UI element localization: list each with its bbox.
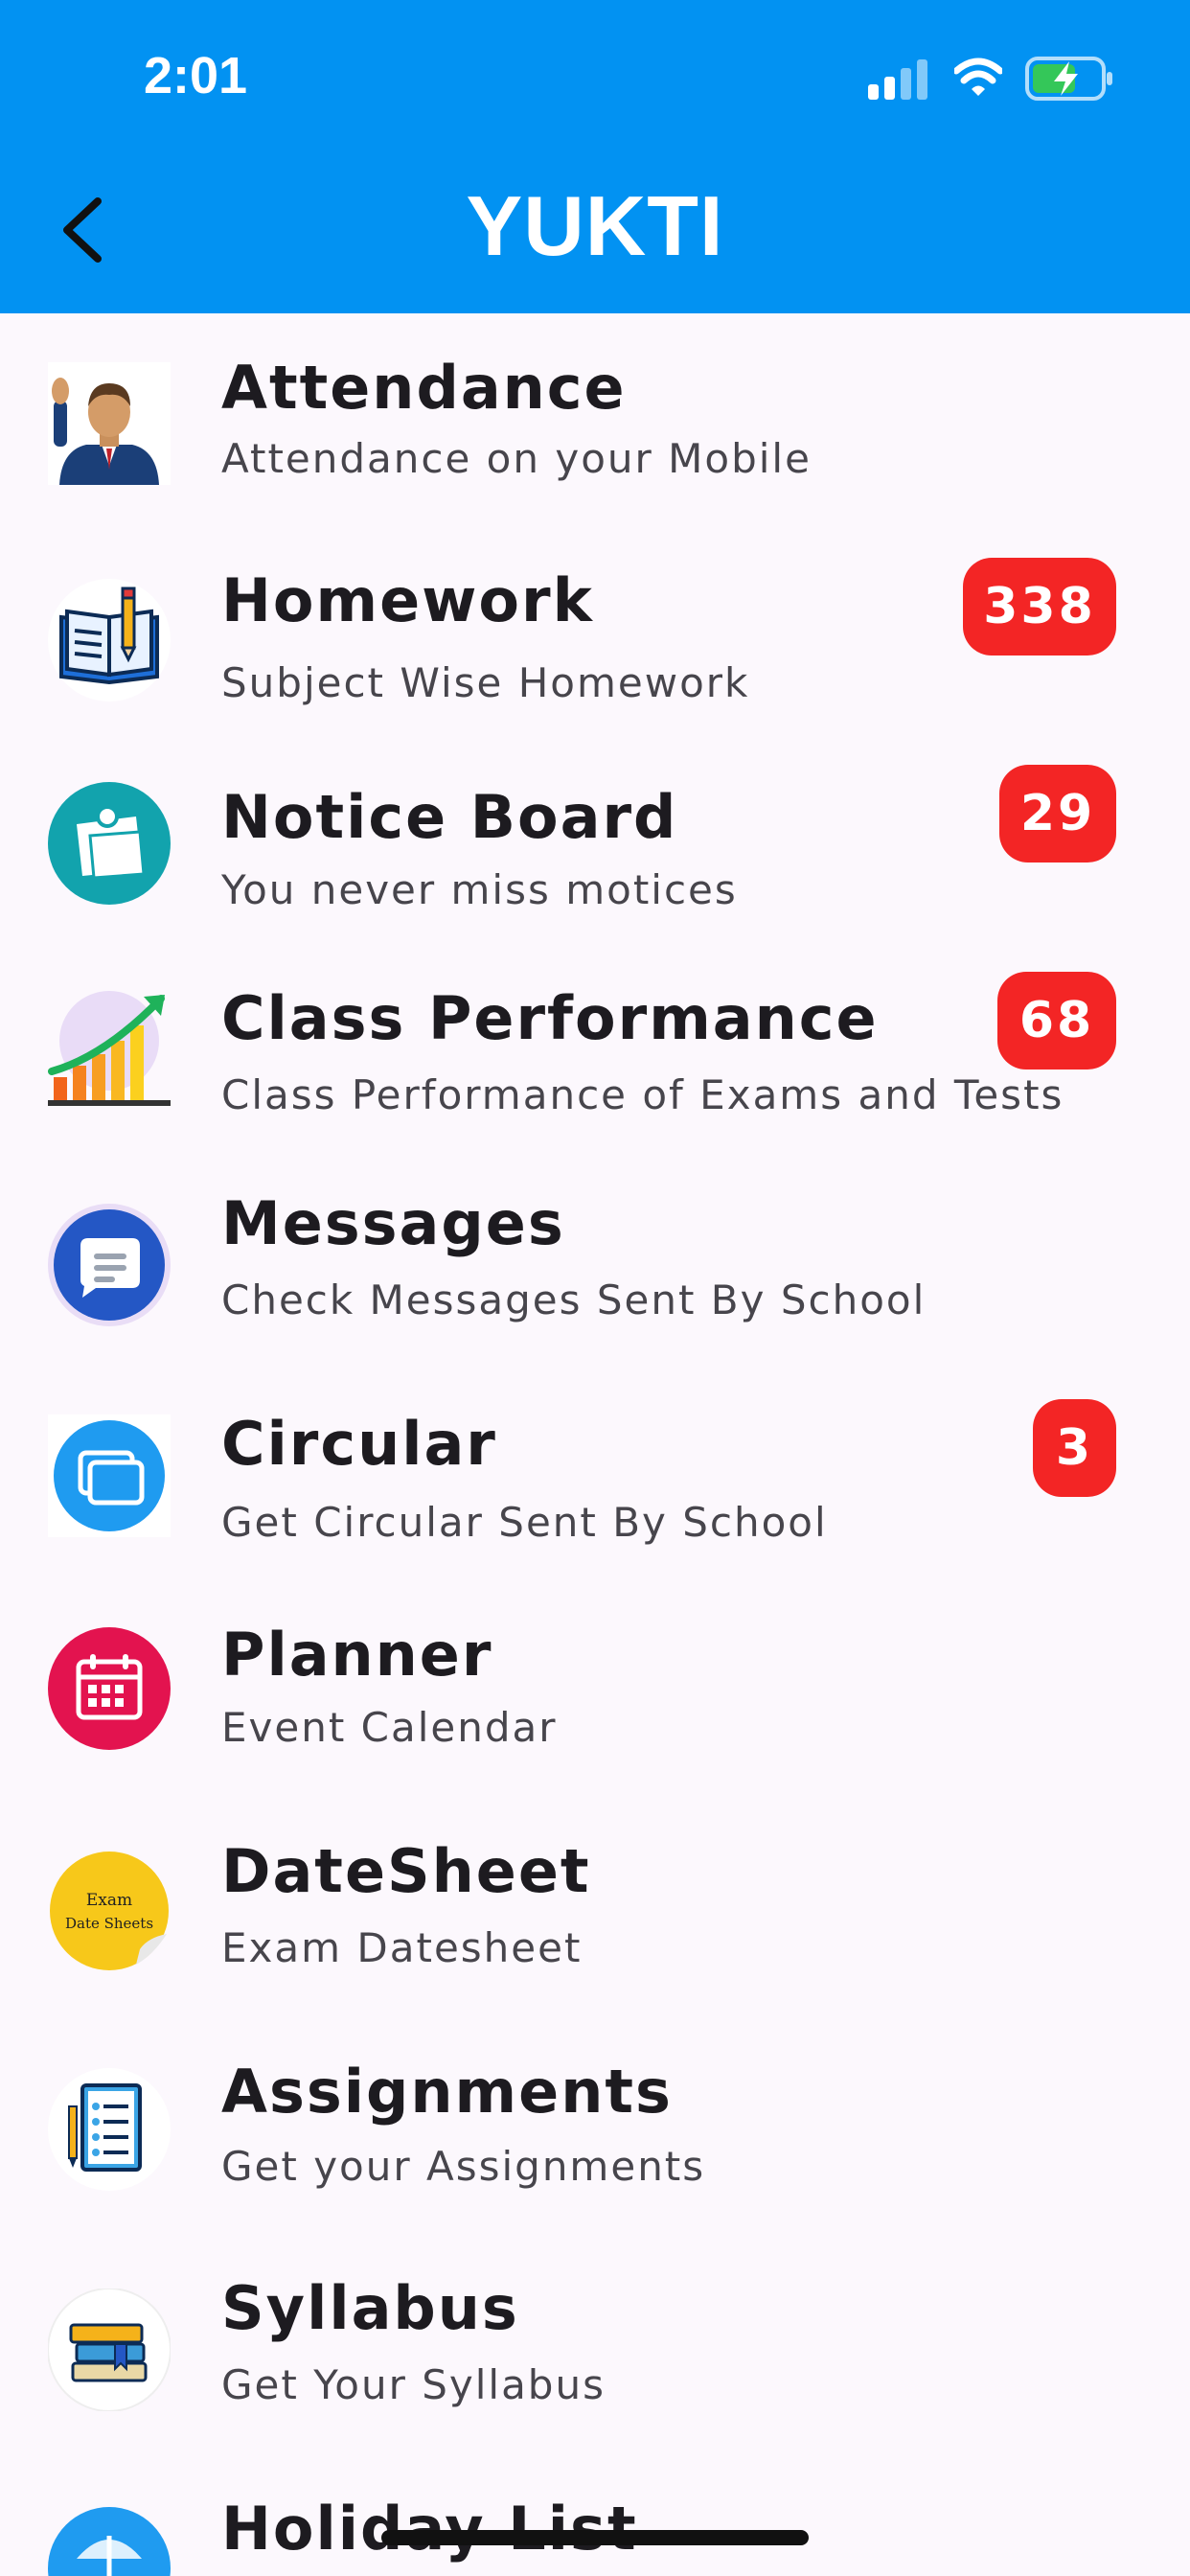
count-badge: 338 (963, 558, 1116, 656)
list-item-notice-board[interactable]: Notice Board You never miss motices 29 (0, 753, 1190, 964)
battery-charging-icon (1025, 57, 1112, 101)
list-item-attendance[interactable]: Attendance Attendance on your Mobile (0, 326, 1190, 537)
item-title: Planner (221, 1620, 493, 1690)
item-subtitle: Class Performance of Exams and Tests (221, 1071, 1064, 1118)
item-title: Messages (221, 1188, 565, 1258)
count-badge: 68 (997, 972, 1116, 1070)
item-subtitle: You never miss motices (221, 866, 738, 913)
app-header: 2:01 YUKTI (0, 0, 1190, 313)
item-subtitle: Check Messages Sent By School (221, 1276, 927, 1323)
datesheet-icon-line-2: Date Sheets (65, 1915, 153, 1932)
calendar-icon (48, 1627, 171, 1750)
item-subtitle: Get Your Syllabus (221, 2361, 606, 2408)
signal-strength-icon (868, 59, 927, 100)
list-item-assignments[interactable]: Assignments Get your Assignments (0, 2034, 1190, 2244)
item-title: Holiday List (221, 2494, 638, 2564)
datesheet-sticker-icon: Exam Date Sheets (48, 1850, 171, 1972)
count-badge: 29 (999, 765, 1116, 862)
item-title: Notice Board (221, 782, 678, 852)
home-indicator[interactable] (381, 2530, 809, 2545)
performance-chart-icon (48, 989, 171, 1112)
books-stack-icon (48, 2288, 171, 2411)
list-item-syllabus[interactable]: Syllabus Get Your Syllabus (0, 2252, 1190, 2463)
item-subtitle: Attendance on your Mobile (221, 435, 812, 482)
item-title: Assignments (221, 2057, 673, 2127)
list-item-messages[interactable]: Messages Check Messages Sent By School (0, 1167, 1190, 1378)
page-title: YUKTI (466, 178, 724, 273)
attendance-icon (48, 362, 171, 485)
count-badge: 3 (1033, 1399, 1116, 1497)
item-title: Homework (221, 565, 594, 635)
wifi-icon (954, 58, 1002, 96)
homework-book-icon (48, 579, 171, 702)
list-item-homework[interactable]: Homework Subject Wise Homework 338 (0, 546, 1190, 757)
list-item-planner[interactable]: Planner Event Calendar (0, 1595, 1190, 1806)
item-subtitle: Get your Assignments (221, 2143, 706, 2190)
holiday-umbrella-icon (48, 2507, 171, 2576)
item-subtitle: Get Circular Sent By School (221, 1499, 828, 1546)
notice-board-icon (48, 782, 171, 905)
list-item-datesheet[interactable]: Exam Date Sheets DateSheet Exam Dateshee… (0, 1813, 1190, 2024)
item-subtitle: Event Calendar (221, 1704, 558, 1751)
assignment-clipboard-icon (48, 2068, 171, 2191)
datesheet-icon-line-1: Exam (86, 1891, 132, 1910)
status-time: 2:01 (144, 47, 248, 104)
list-item-class-performance[interactable]: Class Performance Class Performance of E… (0, 960, 1190, 1171)
circular-cards-icon (48, 1414, 171, 1537)
item-title: Circular (221, 1409, 497, 1479)
item-title: Class Performance (221, 983, 879, 1053)
item-title: DateSheet (221, 1836, 591, 1906)
item-subtitle: Exam Datesheet (221, 1924, 583, 1971)
list-item-circular[interactable]: Circular Get Circular Sent By School 3 (0, 1386, 1190, 1597)
list-item-holiday-list[interactable]: Holiday List (0, 2472, 1190, 2576)
message-bubble-icon (48, 1204, 171, 1326)
item-subtitle: Subject Wise Homework (221, 659, 750, 706)
item-title: Syllabus (221, 2273, 519, 2343)
item-title: Attendance (221, 353, 627, 423)
